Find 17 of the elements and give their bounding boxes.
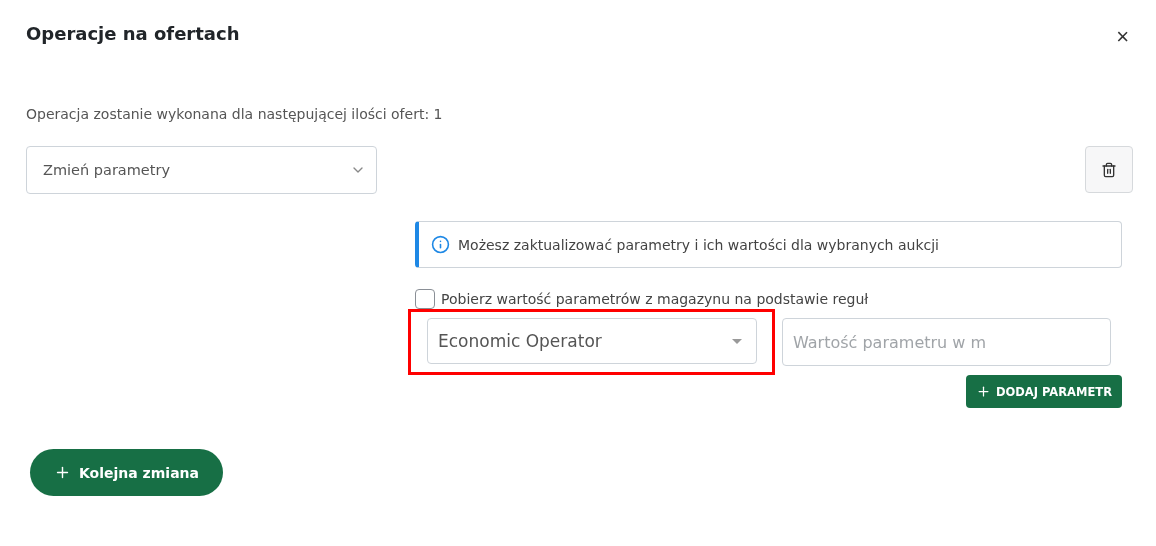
parameter-value-field[interactable]: Wartość parametru w m <box>782 318 1111 366</box>
delete-button[interactable] <box>1085 146 1133 193</box>
checkbox[interactable] <box>415 289 435 309</box>
checkbox-label: Pobierz wartość parametrów z magazynu na podstawie reguł <box>441 291 869 307</box>
add-parameter-button[interactable]: DODAJ PARAMETR <box>965 375 1122 408</box>
summary-text: Operacja zostanie wykonana dla następującej ilości ofert: 1 <box>26 106 444 122</box>
plus-icon <box>975 384 991 399</box>
info-text: Możesz zaktualizować parametry i ich wartości dla wybranych aukcji <box>458 236 939 253</box>
close-button[interactable]: × <box>1112 26 1133 48</box>
trash-icon <box>1101 161 1117 178</box>
dialog-title: Operacje na ofertach <box>26 22 240 44</box>
next-change-button[interactable]: Kolejna zmiana <box>30 449 223 496</box>
info-icon <box>431 235 450 254</box>
parameter-select[interactable]: Economic Operator <box>427 318 757 364</box>
operation-select[interactable]: Zmień parametry <box>26 146 377 194</box>
caret-icon <box>732 338 742 344</box>
plus-icon <box>54 464 71 481</box>
